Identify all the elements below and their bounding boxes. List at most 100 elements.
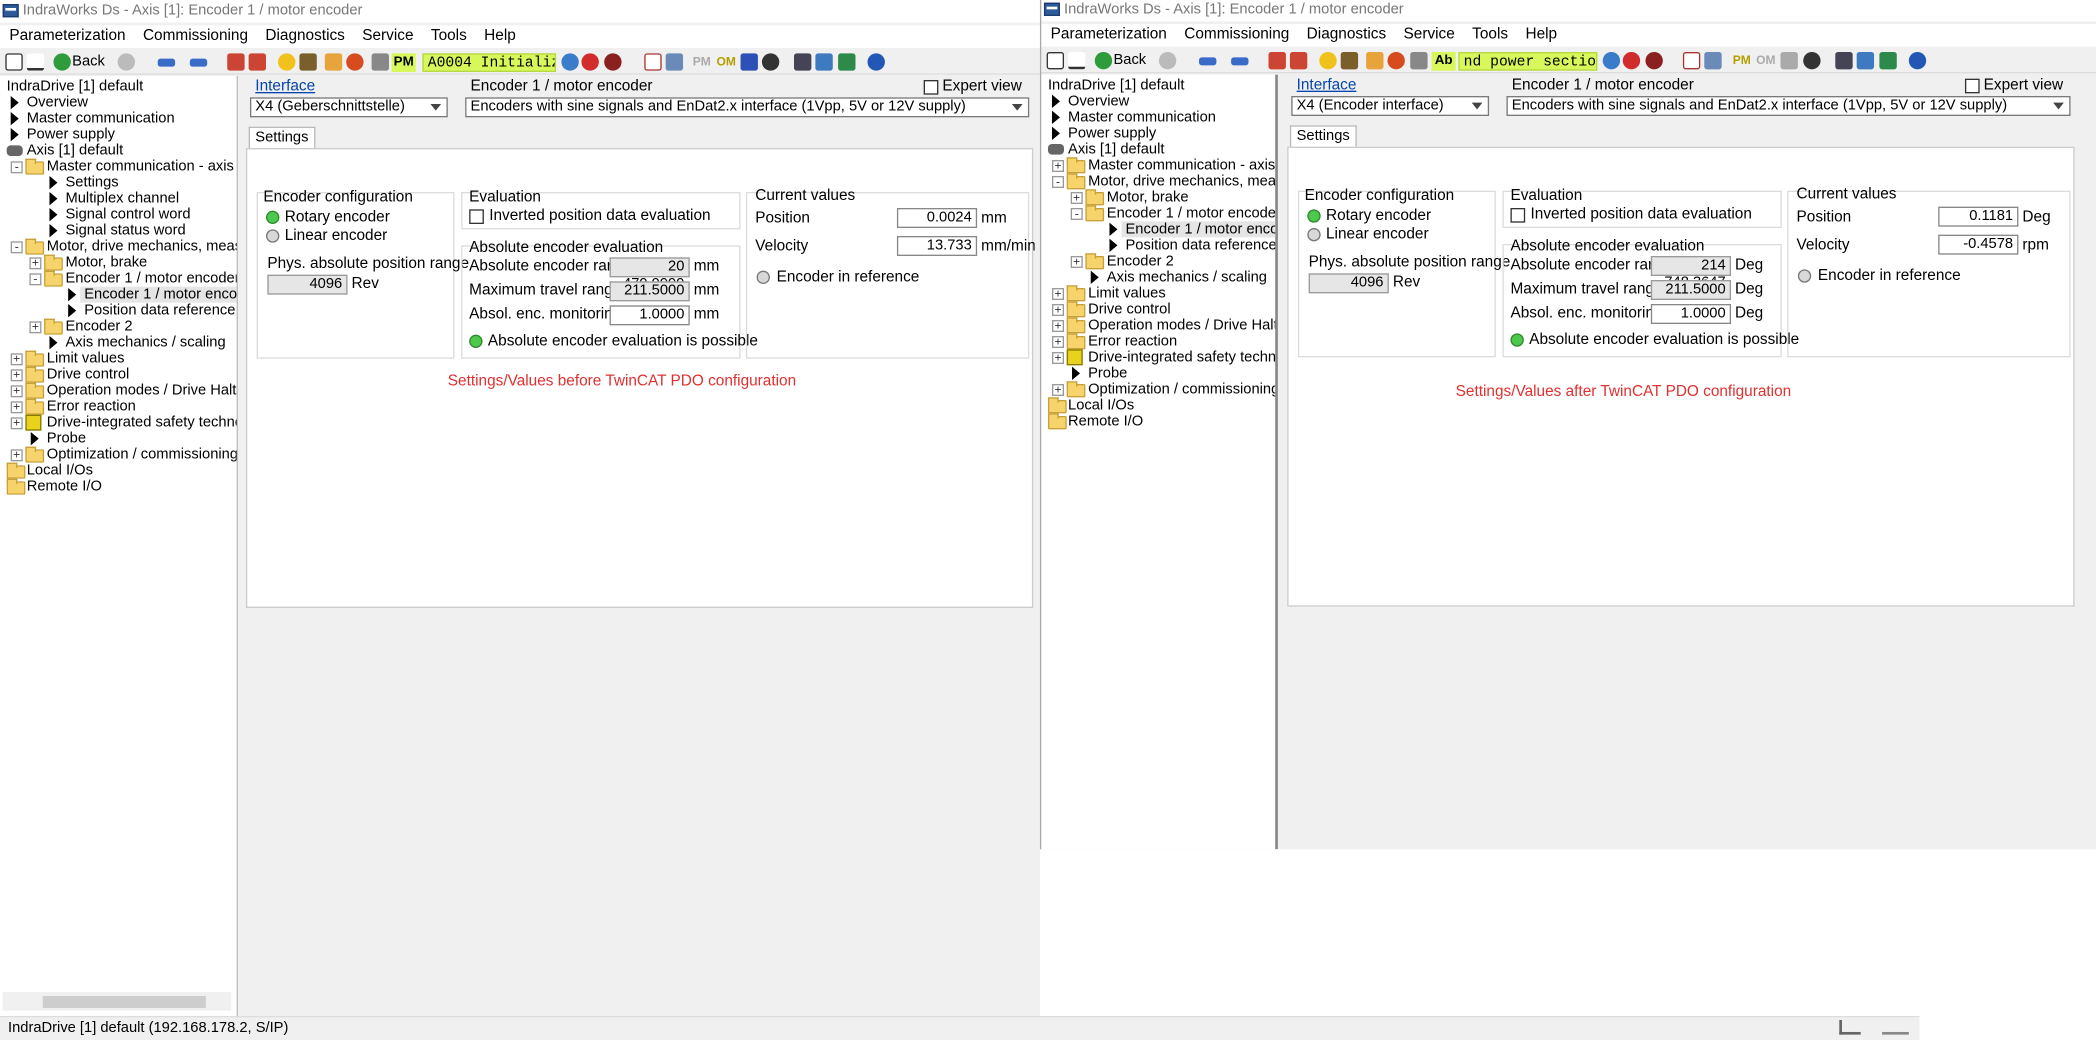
phys-range-field[interactable]: 4096 <box>267 274 348 295</box>
tree-position-data-reference[interactable]: Position data reference encoder <box>1126 237 1276 253</box>
back-arrow-icon[interactable] <box>53 53 71 71</box>
device-status-icon[interactable] <box>1882 1020 1909 1035</box>
tree-motor-drive-mechanics[interactable]: Motor, drive mechanics, measuring syste <box>1088 173 1275 189</box>
tree-drive-root[interactable]: IndraDrive [1] default <box>1048 77 1185 93</box>
window-icon[interactable] <box>1046 51 1065 70</box>
tree-encoder-2[interactable]: Encoder 2 <box>65 319 132 335</box>
expand-arrow-icon[interactable] <box>10 127 19 142</box>
tree-encoder-2[interactable]: Encoder 2 <box>1107 253 1174 269</box>
back-arrow-icon[interactable] <box>1094 51 1113 70</box>
expand-icon[interactable]: + <box>1051 383 1065 396</box>
tree-axis[interactable]: Axis [1] default <box>1068 141 1164 157</box>
navigate-down-icon[interactable] <box>189 58 208 67</box>
project-icon[interactable] <box>838 53 856 71</box>
expand-arrow-icon[interactable] <box>49 191 58 206</box>
error-clear-icon[interactable] <box>1622 51 1641 70</box>
collapse-icon[interactable]: - <box>10 241 23 254</box>
tree-overview[interactable]: Overview <box>1068 93 1129 109</box>
menu-service[interactable]: Service <box>1396 24 1463 47</box>
expand-icon[interactable]: + <box>10 385 23 398</box>
expert-view-checkbox[interactable] <box>1964 78 1980 94</box>
monitoring-window-field[interactable]: 1.0000 <box>1650 303 1732 324</box>
tree-safety-technology[interactable]: Drive-integrated safety technology <box>1088 349 1275 365</box>
tree-optimization[interactable]: Optimization / commissioning <box>47 447 237 463</box>
expand-icon[interactable]: + <box>10 353 23 366</box>
inverted-evaluation-checkbox[interactable] <box>1510 207 1526 223</box>
navigate-down-icon[interactable] <box>1231 57 1249 66</box>
expand-arrow-icon[interactable] <box>49 175 58 190</box>
tools-icon[interactable] <box>1387 51 1405 70</box>
tree-motor-drive-mechanics[interactable]: Motor, drive mechanics, measuring syste <box>47 239 237 255</box>
refresh-icon[interactable] <box>561 53 579 71</box>
tree-safety-technology[interactable]: Drive-integrated safety technology <box>47 415 237 431</box>
scrollbar-thumb[interactable] <box>42 995 206 1008</box>
tree-local-ios[interactable]: Local I/Os <box>1068 397 1134 413</box>
tree-encoder-1-folder[interactable]: Encoder 1 / motor encoder <box>65 271 236 287</box>
tree-error-reaction[interactable]: Error reaction <box>1088 333 1177 349</box>
tools-icon[interactable] <box>346 53 364 71</box>
window-icon[interactable] <box>5 53 23 71</box>
phys-range-field[interactable]: 4096 <box>1308 273 1389 294</box>
parameter-icon[interactable] <box>227 53 245 71</box>
menu-commissioning[interactable]: Commissioning <box>1176 24 1297 47</box>
tree-drive-control[interactable]: Drive control <box>47 367 130 383</box>
back-button[interactable]: Back <box>72 52 105 72</box>
expand-icon[interactable]: + <box>1051 335 1065 348</box>
expand-arrow-icon[interactable] <box>30 431 39 446</box>
expand-arrow-icon[interactable] <box>1051 110 1061 124</box>
expand-icon[interactable]: + <box>29 257 42 270</box>
tree-horizontal-scrollbar[interactable] <box>2 991 232 1011</box>
navigate-up-icon[interactable] <box>157 58 176 67</box>
tree-axis-mechanics[interactable]: Axis mechanics / scaling <box>65 335 225 351</box>
binoculars-icon[interactable] <box>299 53 317 71</box>
rotary-encoder-radio[interactable] <box>266 210 280 224</box>
tree-power-supply[interactable]: Power supply <box>1068 125 1156 141</box>
sm-icon[interactable] <box>1780 51 1798 70</box>
parameter-icon[interactable] <box>1268 51 1286 70</box>
table-icon[interactable] <box>1366 51 1384 70</box>
help-icon[interactable] <box>1908 51 1927 70</box>
back-button[interactable]: Back <box>1113 51 1146 71</box>
expand-arrow-icon[interactable] <box>10 95 19 110</box>
expand-arrow-icon[interactable] <box>10 111 19 126</box>
forward-arrow-icon[interactable] <box>1158 51 1177 70</box>
expand-icon[interactable]: + <box>1051 319 1065 332</box>
parameter-list-icon[interactable] <box>248 53 267 71</box>
tree-axis[interactable]: Axis [1] default <box>27 143 123 159</box>
menu-tools[interactable]: Tools <box>423 25 475 48</box>
expand-icon[interactable]: + <box>1070 255 1083 268</box>
print-icon[interactable] <box>665 53 684 71</box>
tree-axis-mechanics[interactable]: Axis mechanics / scaling <box>1107 269 1267 285</box>
encoder-type-select[interactable]: Encoders with sine signals and EnDat2.x … <box>465 97 1030 118</box>
tree-signal-status-word[interactable]: Signal status word <box>65 223 185 239</box>
home-icon[interactable] <box>1068 51 1086 70</box>
expand-icon[interactable]: + <box>29 321 42 334</box>
stop-icon[interactable] <box>1645 51 1663 70</box>
tree-error-reaction[interactable]: Error reaction <box>47 399 136 415</box>
tree-power-supply[interactable]: Power supply <box>27 127 115 143</box>
network-icon[interactable] <box>815 53 833 71</box>
absolute-range-field[interactable]: 20 479.9999 <box>609 257 690 292</box>
pm-toggle[interactable]: PM <box>1731 51 1752 71</box>
tree-local-ios[interactable]: Local I/Os <box>27 463 93 479</box>
tab-settings[interactable]: Settings <box>248 126 316 148</box>
sm-icon[interactable] <box>740 53 758 71</box>
menu-diagnostics[interactable]: Diagnostics <box>1299 24 1395 47</box>
expand-icon[interactable]: + <box>10 417 23 430</box>
pm-toggle-icon[interactable]: PM <box>692 52 711 72</box>
expand-icon[interactable]: + <box>10 449 23 462</box>
menu-commissioning[interactable]: Commissioning <box>135 25 256 48</box>
expand-icon[interactable]: + <box>10 401 23 414</box>
expand-arrow-icon[interactable] <box>49 223 58 238</box>
camera-icon[interactable] <box>761 53 780 71</box>
device-icon[interactable] <box>371 53 389 71</box>
tree-master-communication[interactable]: Master communication <box>1068 109 1216 125</box>
menu-parameterization[interactable]: Parameterization <box>1043 24 1175 47</box>
project-icon[interactable] <box>1879 51 1897 70</box>
expand-arrow-icon[interactable] <box>1109 222 1118 236</box>
tree-motor-brake[interactable]: Motor, brake <box>65 255 147 271</box>
expand-arrow-icon[interactable] <box>49 207 58 222</box>
interface-select[interactable]: X4 (Encoder interface) <box>1291 95 1490 116</box>
tab-settings[interactable]: Settings <box>1289 125 1357 147</box>
binoculars-icon[interactable] <box>1340 51 1359 70</box>
